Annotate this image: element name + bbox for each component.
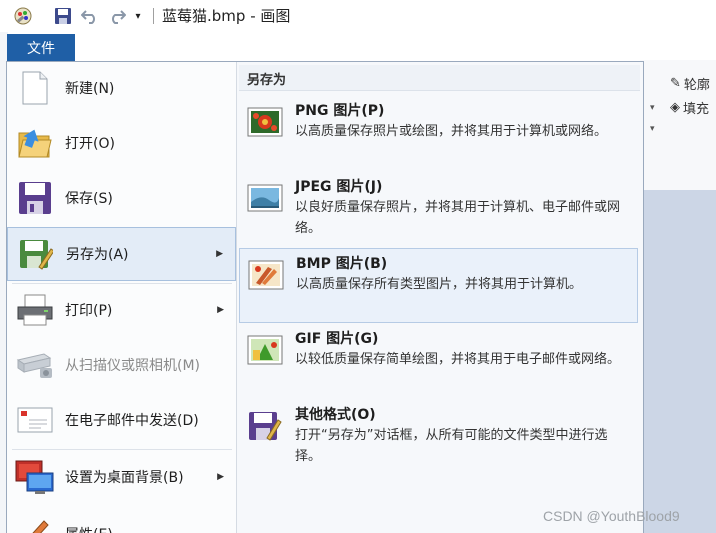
paint-app-icon[interactable]	[12, 5, 34, 27]
desktop-background-icon	[15, 457, 55, 497]
menu-separator	[12, 449, 232, 450]
jpeg-image-icon	[247, 180, 283, 216]
fill-button[interactable]: ◈ 填充	[670, 98, 709, 117]
menu-item-save-label: 保存(S)	[65, 191, 113, 207]
save-as-gif-description: 以较低质量保存简单绘图，并将其用于电子邮件或网络。	[295, 352, 621, 367]
ribbon-dropdown-arrow-icon[interactable]: ▾	[650, 103, 655, 113]
outline-label: 轮廓	[683, 78, 710, 93]
menu-item-open-label: 打开(O)	[65, 136, 115, 152]
ribbon-more-icon[interactable]: ▾	[650, 124, 655, 134]
fill-label: 填充	[683, 102, 710, 117]
menu-item-properties[interactable]: 属性(E)	[7, 506, 236, 533]
save-as-jpeg-title: JPEG 图片(J)	[295, 179, 383, 195]
menu-item-properties-label: 属性(E)	[65, 524, 113, 533]
properties-icon	[15, 510, 55, 533]
menu-item-email-label: 在电子邮件中发送(D)	[65, 413, 199, 429]
fill-bucket-icon: ◈	[670, 100, 680, 115]
new-file-icon	[15, 68, 55, 108]
outline-button[interactable]: ✎ 轮廓	[670, 74, 710, 93]
menu-item-save-as-label: 另存为(A)	[66, 247, 129, 263]
title-separator	[153, 8, 154, 24]
email-icon	[15, 400, 55, 440]
save-as-bmp[interactable]: BMP 图片(B) 以高质量保存所有类型图片，并将其用于计算机。	[239, 248, 638, 323]
undo-icon[interactable]	[79, 5, 101, 27]
submenu-arrow-icon: ▶	[217, 305, 224, 315]
open-folder-icon	[15, 123, 55, 163]
menu-item-scanner-label: 从扫描仪或照相机(M)	[65, 358, 201, 374]
file-tab[interactable]: 文件	[7, 34, 75, 61]
menu-item-new[interactable]: 新建(N)	[7, 62, 236, 114]
outline-icon: ✎	[670, 76, 681, 91]
save-as-bmp-description: 以高质量保存所有类型图片，并将其用于计算机。	[296, 277, 583, 292]
save-as-jpeg[interactable]: JPEG 图片(J) 以良好质量保存照片，并将其用于计算机、电子邮件或网络。	[239, 172, 638, 246]
menu-item-desktop-background[interactable]: 设置为桌面背景(B) ▶	[7, 451, 236, 503]
other-formats-icon	[247, 408, 283, 444]
menu-item-new-label: 新建(N)	[65, 81, 115, 97]
customize-toolbar-icon[interactable]: ▾	[127, 5, 149, 27]
menu-item-scanner[interactable]: 从扫描仪或照相机(M)	[7, 339, 236, 391]
menu-item-open[interactable]: 打开(O)	[7, 117, 236, 169]
save-as-icon	[16, 234, 56, 274]
menu-item-email[interactable]: 在电子邮件中发送(D)	[7, 394, 236, 446]
watermark: CSDN @YouthBlood9	[543, 508, 680, 524]
png-image-icon	[247, 104, 283, 140]
save-as-other-formats-description: 打开“另存为”对话框，从所有可能的文件类型中进行选择。	[295, 428, 608, 464]
bmp-image-icon	[248, 257, 284, 293]
save-as-submenu-title: 另存为	[247, 73, 287, 88]
save-as-other-formats-title: 其他格式(O)	[295, 407, 376, 423]
save-as-bmp-title: BMP 图片(B)	[296, 256, 388, 272]
save-as-png-title: PNG 图片(P)	[295, 103, 385, 119]
menu-item-print[interactable]: 打印(P) ▶	[7, 284, 236, 336]
menu-item-save-as[interactable]: 另存为(A) ▶	[7, 227, 236, 281]
save-as-png[interactable]: PNG 图片(P) 以高质量保存照片或绘图，并将其用于计算机或网络。	[239, 96, 638, 170]
submenu-arrow-icon: ▶	[217, 472, 224, 482]
canvas-area	[640, 190, 716, 533]
title-bar: ▾ 蓝莓猫.bmp - 画图	[0, 0, 716, 32]
menu-divider	[236, 62, 237, 533]
save-as-gif[interactable]: GIF 图片(G) 以较低质量保存简单绘图，并将其用于电子邮件或网络。	[239, 324, 638, 398]
menu-item-desktop-background-label: 设置为桌面背景(B)	[65, 470, 184, 486]
window-title: 蓝莓猫.bmp - 画图	[162, 7, 291, 25]
menu-item-print-label: 打印(P)	[65, 303, 113, 319]
menu-item-save[interactable]: 保存(S)	[7, 172, 236, 224]
save-icon[interactable]	[52, 5, 74, 27]
printer-icon	[15, 290, 55, 330]
gif-image-icon	[247, 332, 283, 368]
save-as-gif-title: GIF 图片(G)	[295, 331, 379, 347]
save-as-submenu-header: 另存为	[239, 65, 640, 91]
redo-icon[interactable]	[106, 5, 128, 27]
save-as-jpeg-description: 以良好质量保存照片，并将其用于计算机、电子邮件或网络。	[295, 200, 621, 236]
submenu-arrow-icon: ▶	[216, 249, 223, 259]
save-disk-icon	[15, 178, 55, 218]
save-as-other-formats[interactable]: 其他格式(O) 打开“另存为”对话框，从所有可能的文件类型中进行选择。	[239, 400, 638, 474]
scanner-icon	[15, 345, 55, 385]
save-as-png-description: 以高质量保存照片或绘图，并将其用于计算机或网络。	[295, 124, 608, 139]
